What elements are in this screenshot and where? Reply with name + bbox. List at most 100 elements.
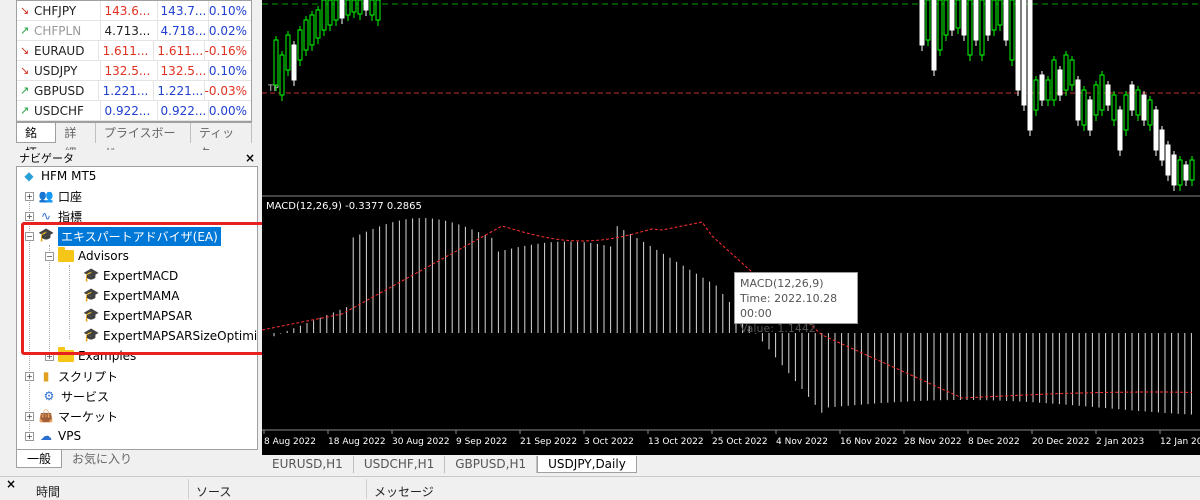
candle-body bbox=[943, 0, 949, 36]
tree-node-market[interactable]: + 👜 マーケット bbox=[25, 406, 118, 426]
chart-canvas[interactable]: TP8 Aug 2022 18 Aug 2022 30 Aug 2022 9 Sep … bbox=[262, 0, 1200, 455]
tab-favorites[interactable]: お気に入り bbox=[62, 450, 142, 468]
arrow-up-icon: ↗ bbox=[20, 84, 30, 97]
market-watch-table: ↘ CHFJPY 143.6... 143.7... 0.10% ↗ CHFPL… bbox=[16, 0, 252, 122]
tree-node-expert-mama[interactable]: 🎓 ExpertMAMA bbox=[83, 286, 179, 306]
tree-node-scripts[interactable]: + ▮ スクリプト bbox=[25, 366, 118, 386]
tree-node-expert-mapsar-size[interactable]: 🎓 ExpertMAPSARSizeOptimized bbox=[83, 326, 257, 346]
tree-node-indicators[interactable]: + ∿ 指標 bbox=[25, 206, 82, 226]
bid-cell: 1.611... bbox=[99, 41, 155, 60]
tree-node-expert-macd[interactable]: 🎓 ExpertMACD bbox=[83, 266, 178, 286]
tree-label-advisors: Advisors bbox=[78, 249, 129, 263]
expert-advisor-icon: 🎓 bbox=[83, 308, 100, 323]
expand-icon[interactable]: + bbox=[25, 191, 34, 201]
symbol-cell: ↗ CHFPLN bbox=[17, 21, 101, 40]
candle-body bbox=[1039, 74, 1045, 101]
market-watch-row[interactable]: ↗ GBPUSD 1.221... 1.221... -0.03% bbox=[17, 81, 251, 101]
candle-body bbox=[1003, 0, 1009, 41]
expand-icon[interactable]: + bbox=[45, 351, 54, 361]
tree-node-services[interactable]: ⚙ サービス bbox=[41, 386, 109, 406]
tree-label-expert-advisors: エキスパートアドバイザ(EA) bbox=[58, 226, 221, 246]
expand-icon[interactable]: + bbox=[25, 211, 34, 221]
candle-body bbox=[991, 0, 997, 31]
column-header-source[interactable]: ソース bbox=[196, 483, 231, 500]
candle-body bbox=[357, 0, 363, 15]
arrow-up-icon: ↗ bbox=[20, 24, 30, 37]
tree-node-root[interactable]: ◆ HFM MT5 bbox=[21, 167, 96, 186]
tree-node-accounts[interactable]: + 👥 口座 bbox=[25, 186, 82, 206]
tree-node-examples-folder[interactable]: + Examples bbox=[45, 346, 136, 366]
candle-body bbox=[339, 0, 345, 19]
column-separator[interactable] bbox=[366, 479, 367, 499]
candle-body bbox=[1009, 0, 1015, 61]
candle-body bbox=[1099, 74, 1105, 111]
x-axis-label: 21 Sep 2022 bbox=[520, 437, 577, 447]
candle-body bbox=[273, 39, 279, 86]
tree-label-examples: Examples bbox=[78, 349, 137, 363]
x-axis-label: 20 Dec 2022 bbox=[1032, 437, 1090, 447]
candle-body bbox=[327, 0, 333, 26]
x-axis-label: 28 Nov 2022 bbox=[904, 437, 962, 447]
market-watch-row[interactable]: ↗ USDCHF 0.922... 0.922... 0.00% bbox=[17, 101, 251, 121]
chart-tab-eurusd[interactable]: EURUSD,H1 bbox=[262, 455, 354, 473]
candle-body bbox=[1057, 69, 1063, 96]
symbol-name: USDCHF bbox=[34, 103, 84, 118]
ask-cell: 4.718... bbox=[158, 21, 209, 40]
column-header-time[interactable]: 時間 bbox=[36, 483, 60, 500]
ask-cell: 1.221... bbox=[154, 81, 205, 100]
tree-label-scripts: スクリプト bbox=[58, 369, 119, 384]
tab-price-board[interactable]: プライスボード bbox=[96, 123, 191, 160]
tab-common[interactable]: 一般 bbox=[16, 450, 63, 468]
tree-label-services: サービス bbox=[61, 389, 110, 404]
expand-icon[interactable]: + bbox=[25, 371, 34, 381]
tree-node-vps[interactable]: + ☁ VPS bbox=[25, 426, 81, 446]
toolbox-close-button[interactable]: × bbox=[6, 477, 16, 491]
navigator-close-button[interactable]: × bbox=[245, 151, 255, 165]
candle-body bbox=[363, 0, 369, 11]
collapse-icon[interactable]: − bbox=[25, 231, 34, 241]
tree-node-advisors-folder[interactable]: − Advisors bbox=[45, 246, 129, 266]
market-watch-row[interactable]: ↘ USDJPY 132.5... 132.5... 0.10% bbox=[17, 61, 251, 81]
column-separator[interactable] bbox=[188, 479, 189, 499]
script-icon: ▮ bbox=[42, 369, 50, 383]
candle-body bbox=[1183, 164, 1189, 181]
market-watch-row[interactable]: ↗ CHFPLN 4.713... 4.718... 0.02% bbox=[17, 21, 251, 41]
chart-tab-usdjpy[interactable]: USDJPY,Daily bbox=[537, 455, 637, 473]
chart-tab-gbpusd[interactable]: GBPUSD,H1 bbox=[445, 455, 538, 473]
market-watch-row[interactable]: ↘ CHFJPY 143.6... 143.7... 0.10% bbox=[17, 1, 251, 21]
tree-node-expert-advisors[interactable]: − 🎓 エキスパートアドバイザ(EA) bbox=[25, 226, 221, 246]
x-axis-label: 25 Oct 2022 bbox=[712, 437, 768, 447]
expand-icon[interactable]: + bbox=[25, 411, 34, 421]
candle-body bbox=[1159, 129, 1165, 161]
tree-node-expert-mapsar[interactable]: 🎓 ExpertMAPSAR bbox=[83, 306, 193, 326]
tab-ticks[interactable]: ティック bbox=[191, 123, 252, 160]
tree-label-vps: VPS bbox=[58, 429, 82, 443]
collapse-icon[interactable]: − bbox=[45, 251, 54, 261]
market-watch-row[interactable]: ↘ EURAUD 1.611... 1.611... -0.16% bbox=[17, 41, 251, 61]
candle-body bbox=[1015, 0, 1021, 91]
candle-body bbox=[297, 29, 303, 61]
candle-body bbox=[1171, 154, 1177, 186]
tree-label-market: マーケット bbox=[58, 409, 119, 424]
arrow-down-icon: ↘ bbox=[20, 4, 30, 17]
bid-cell: 143.6... bbox=[101, 1, 158, 20]
expand-icon[interactable]: + bbox=[25, 431, 34, 441]
chart-window[interactable]: TP 8 Aug 2022 18 Aug 2022 30 Aug 2022 9 Sep … bbox=[262, 0, 1200, 455]
column-header-message[interactable]: メッセージ bbox=[374, 483, 434, 500]
candle-body bbox=[967, 0, 973, 56]
candle-body bbox=[1027, 0, 1033, 131]
symbol-name: USDJPY bbox=[34, 63, 78, 78]
chart-tab-usdchf[interactable]: USDCHF,H1 bbox=[354, 455, 446, 473]
services-gear-icon: ⚙ bbox=[43, 389, 55, 403]
candle-body bbox=[1087, 99, 1093, 131]
candle-body bbox=[1063, 54, 1069, 91]
x-axis-label: 8 Aug 2022 bbox=[264, 437, 316, 447]
tab-details[interactable]: 詳細 bbox=[56, 123, 96, 160]
candle-body bbox=[997, 0, 1003, 26]
candle-body bbox=[1081, 89, 1087, 126]
tab-symbols[interactable]: 銘柄 bbox=[16, 123, 57, 160]
candle-body bbox=[961, 0, 967, 36]
navigator-header: ナビゲータ × bbox=[16, 150, 258, 166]
candle-body bbox=[1135, 89, 1141, 116]
change-cell: 0.00% bbox=[208, 103, 247, 118]
